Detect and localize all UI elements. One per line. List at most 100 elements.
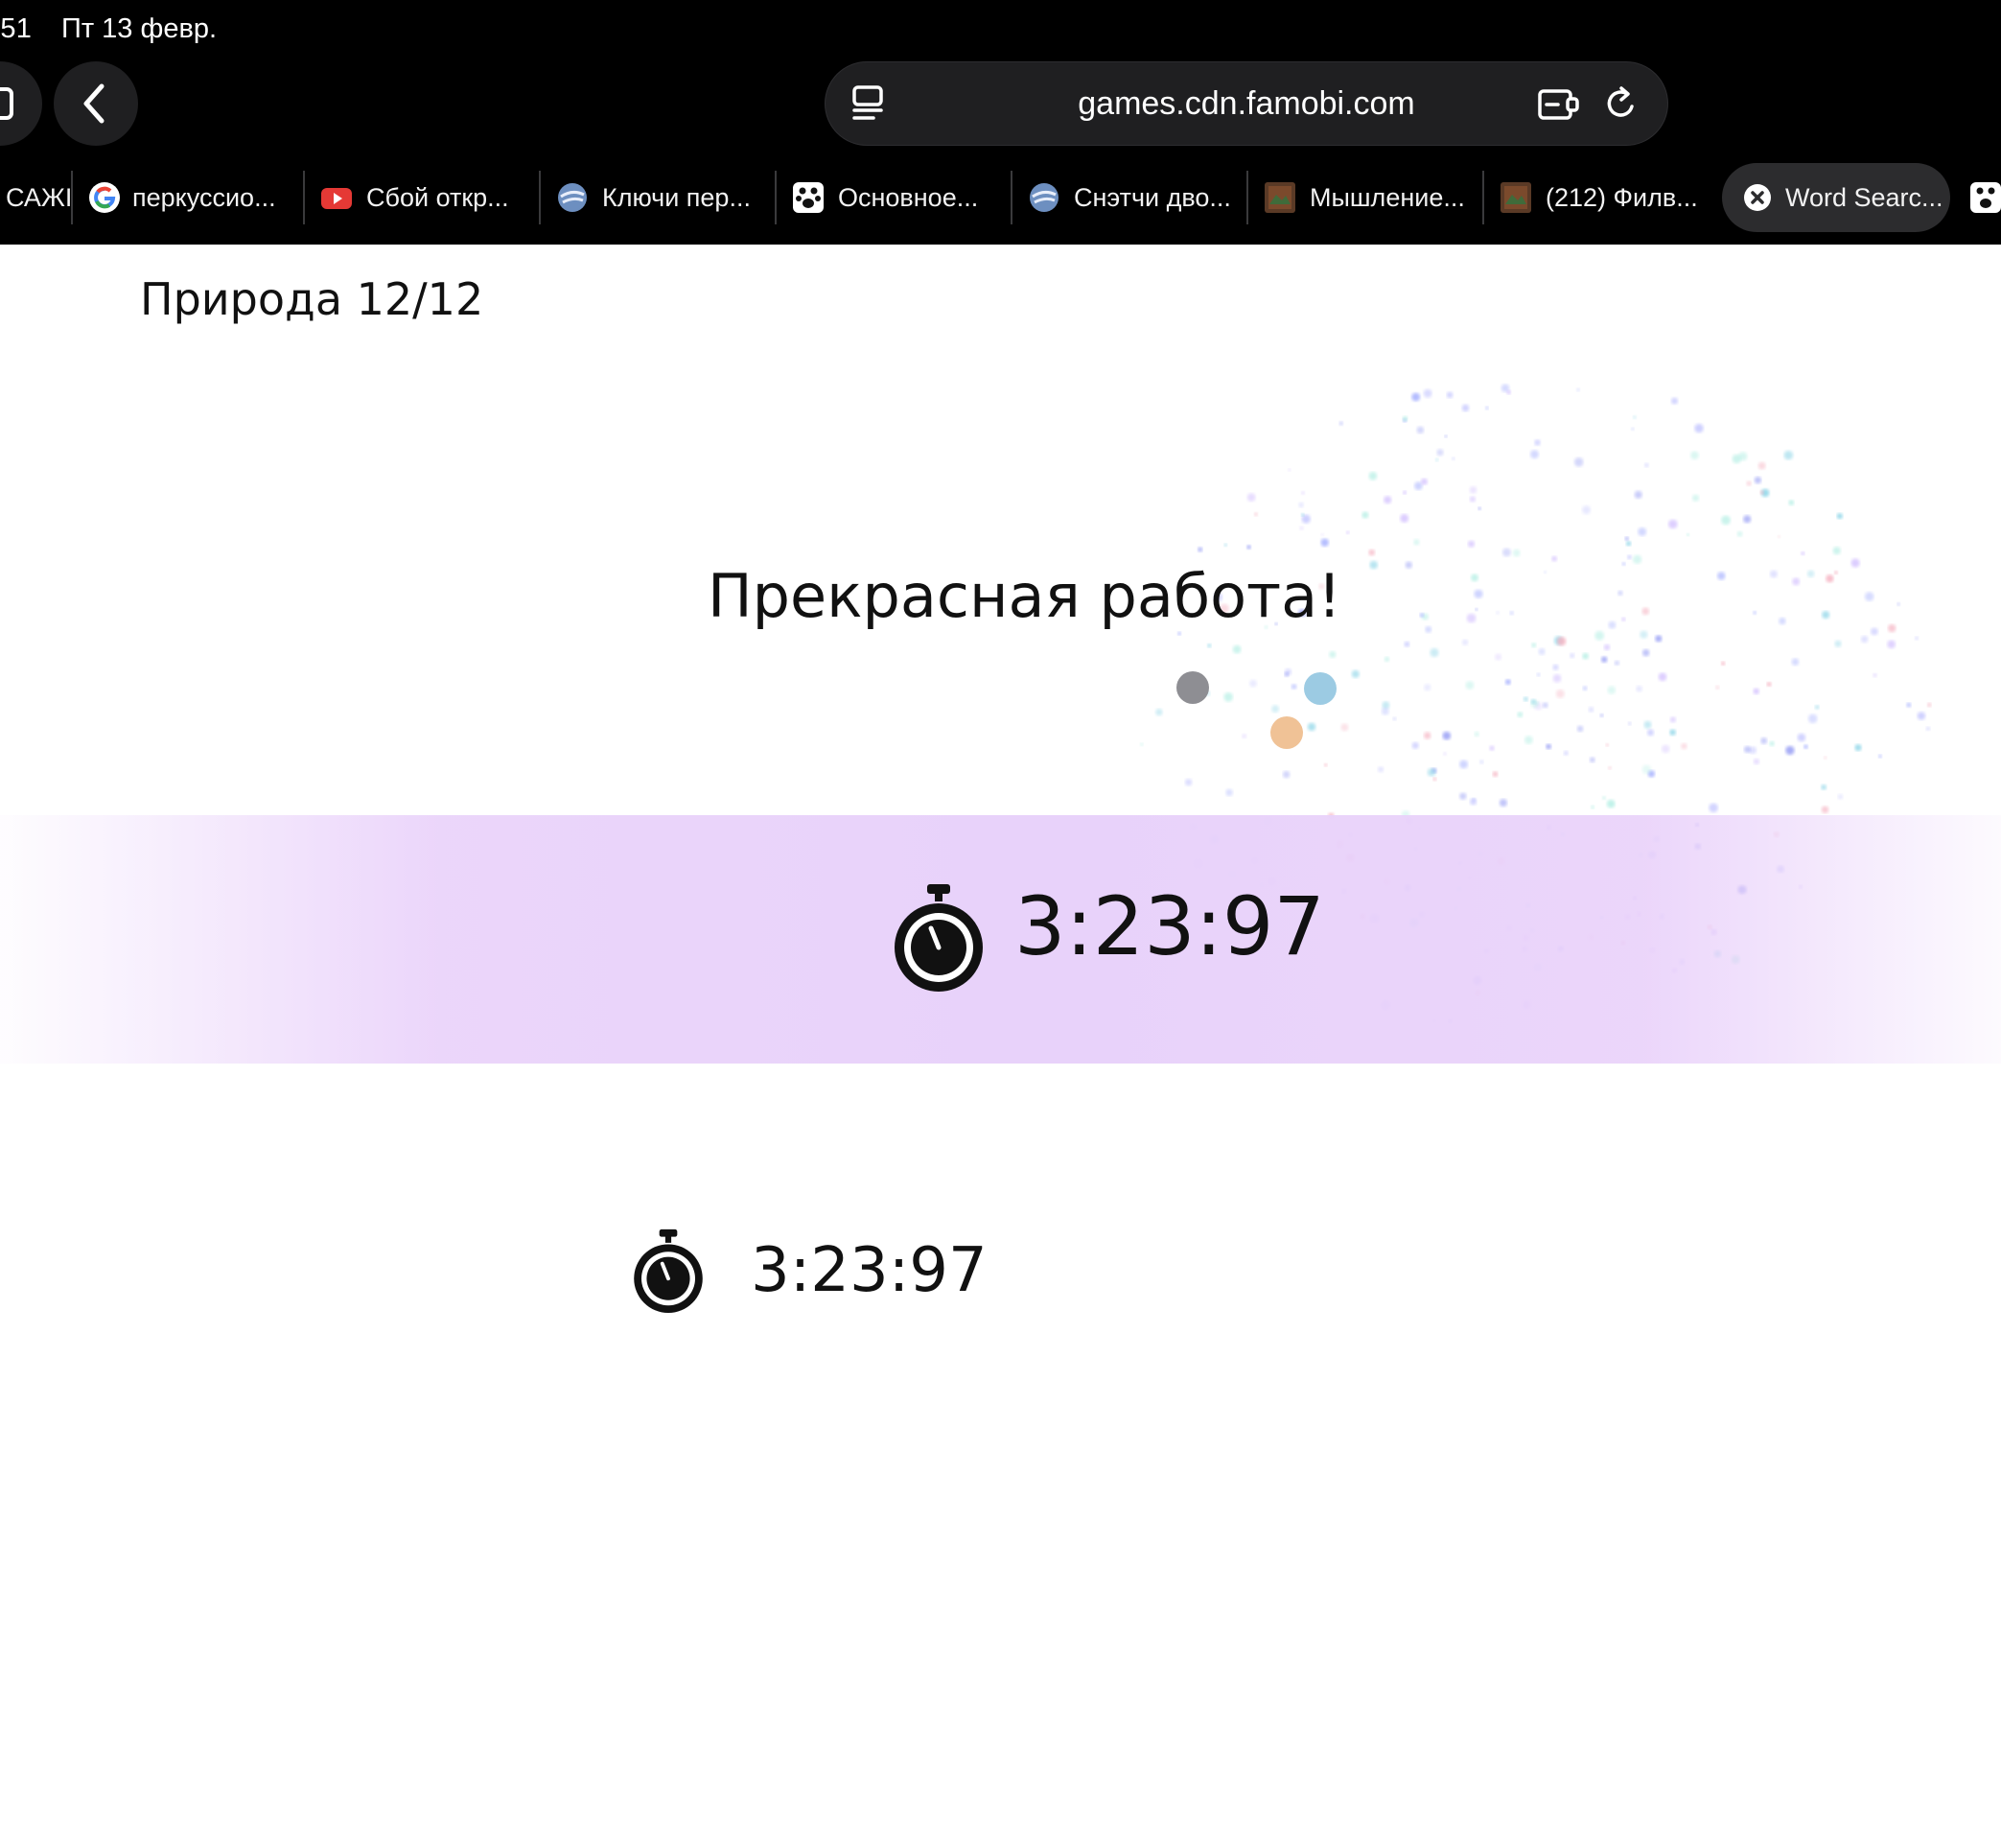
confetti-particle	[1599, 713, 1604, 717]
youtube-icon	[321, 188, 352, 209]
tab-2[interactable]: Сбой откр...	[307, 163, 537, 232]
confetti-particle	[1177, 631, 1181, 636]
reload-icon[interactable]	[1602, 83, 1640, 124]
tab-7[interactable]: (212) Филв...	[1486, 163, 1716, 232]
confetti-particle	[1927, 702, 1932, 708]
confetti-particle	[1570, 653, 1575, 659]
confetti-particle	[1655, 635, 1663, 643]
status-date: Пт 13 февр.	[61, 13, 218, 44]
globe-icon	[558, 183, 587, 212]
confetti-particle	[1746, 480, 1752, 486]
confetti-particle	[1416, 426, 1425, 434]
confetti-particle	[1681, 742, 1687, 750]
confetti-particle	[1534, 439, 1541, 446]
extensions-icon[interactable]	[1537, 85, 1581, 124]
confetti-particle	[1766, 682, 1772, 687]
status-time: :51	[0, 13, 33, 44]
close-icon[interactable]	[1741, 181, 1774, 214]
confetti-particle	[1836, 513, 1843, 520]
confetti-particle	[1757, 461, 1766, 470]
confetti-particle	[1753, 759, 1759, 765]
tab-separator	[775, 171, 777, 224]
confetti-particle	[1384, 496, 1392, 504]
confetti-particle	[1207, 643, 1212, 648]
tab-6[interactable]: Мышление...	[1250, 163, 1480, 232]
tab-1[interactable]: перкуссио...	[75, 163, 301, 232]
time-result-band	[0, 815, 2001, 1064]
address-bar[interactable]: games.cdn.famobi.com	[825, 61, 1668, 146]
confetti-particle	[1492, 771, 1499, 778]
confetti-particle	[1925, 726, 1931, 731]
stopwatch-icon	[634, 1228, 703, 1313]
tab-5[interactable]: Снэтчи дво...	[1014, 163, 1245, 232]
confetti-particle	[1788, 500, 1795, 505]
loading-dot	[1304, 672, 1337, 705]
confetti-particle	[1459, 760, 1469, 769]
google-icon	[89, 182, 120, 213]
confetti-particle	[1694, 423, 1704, 433]
confetti-particle	[1644, 462, 1649, 468]
paw-icon[interactable]	[1969, 181, 2001, 214]
confetti-particle	[1601, 656, 1608, 663]
back-button[interactable]	[54, 61, 138, 146]
tab-label: САЖІ	[6, 183, 71, 212]
confetti-particle	[1361, 511, 1369, 519]
tab-8-active[interactable]: Word Searc...	[1722, 163, 1950, 232]
confetti-particle	[1632, 415, 1637, 419]
confetti-particle	[1323, 762, 1328, 767]
confetti-particle	[1605, 743, 1609, 747]
confetti-particle	[1469, 486, 1477, 494]
confetti-particle	[1732, 454, 1742, 464]
confetti-particle	[1603, 643, 1611, 651]
confetti-particle	[1282, 770, 1291, 779]
confetti-particle	[1589, 757, 1595, 763]
confetti-particle	[1420, 478, 1428, 485]
confetti-particle	[1301, 491, 1305, 495]
confetti-particle	[1444, 434, 1448, 438]
confetti-particle	[1338, 421, 1344, 426]
tab-label: (212) Филв...	[1546, 183, 1698, 212]
tab-0[interactable]: САЖІ	[0, 163, 71, 232]
globe-icon	[1030, 183, 1059, 212]
stopwatch-icon	[895, 884, 983, 992]
confetti-particle	[1878, 754, 1882, 759]
tab-separator	[539, 171, 541, 224]
confetti-particle	[1582, 505, 1591, 515]
confetti-particle	[1242, 734, 1247, 738]
confetti-particle	[1424, 684, 1431, 691]
confetti-particle	[1404, 641, 1410, 647]
chevron-left-icon	[83, 83, 105, 124]
tab-4[interactable]: Основное...	[779, 163, 1009, 232]
confetti-particle	[1709, 803, 1718, 813]
screen: :51 Пт 13 февр. games.cdn.famobi.com	[0, 0, 2001, 1848]
confetti-particle	[1636, 685, 1642, 692]
browser-chrome: :51 Пт 13 февр. games.cdn.famobi.com	[0, 0, 2001, 245]
confetti-particle	[1801, 551, 1805, 556]
confetti-particle	[1837, 794, 1844, 800]
sidebar-button[interactable]	[0, 61, 42, 146]
confetti-particle	[1760, 737, 1768, 744]
confetti-particle	[1873, 673, 1877, 678]
game-area: Природа 12/12 Прекрасная работа! 3:23:97	[0, 245, 2001, 1848]
completion-time-value: 3:23:97	[1014, 879, 1325, 973]
confetti-particle	[1531, 643, 1537, 648]
confetti-particle	[1470, 798, 1477, 806]
confetti-particle	[1641, 648, 1650, 657]
confetti-particle	[1246, 493, 1256, 502]
confetti-particle	[1807, 713, 1818, 724]
tab-3[interactable]: Ключи пер...	[543, 163, 773, 232]
confetti-particle	[1411, 741, 1419, 750]
confetti-particle	[1524, 736, 1533, 744]
confetti-particle	[1627, 554, 1632, 560]
confetti-particle	[1552, 664, 1559, 670]
confetti-particle	[1624, 536, 1630, 541]
confetti-particle	[1223, 692, 1233, 702]
confetti-particle	[1434, 457, 1439, 462]
confetti-particle	[1670, 397, 1679, 405]
confetti-particle	[1602, 796, 1606, 800]
confetti-particle	[1430, 647, 1439, 658]
confetti-particle	[1834, 640, 1842, 647]
confetti-particle	[1785, 745, 1795, 756]
confetti-particle	[1465, 681, 1475, 690]
tab-label: Ключи пер...	[602, 183, 751, 212]
